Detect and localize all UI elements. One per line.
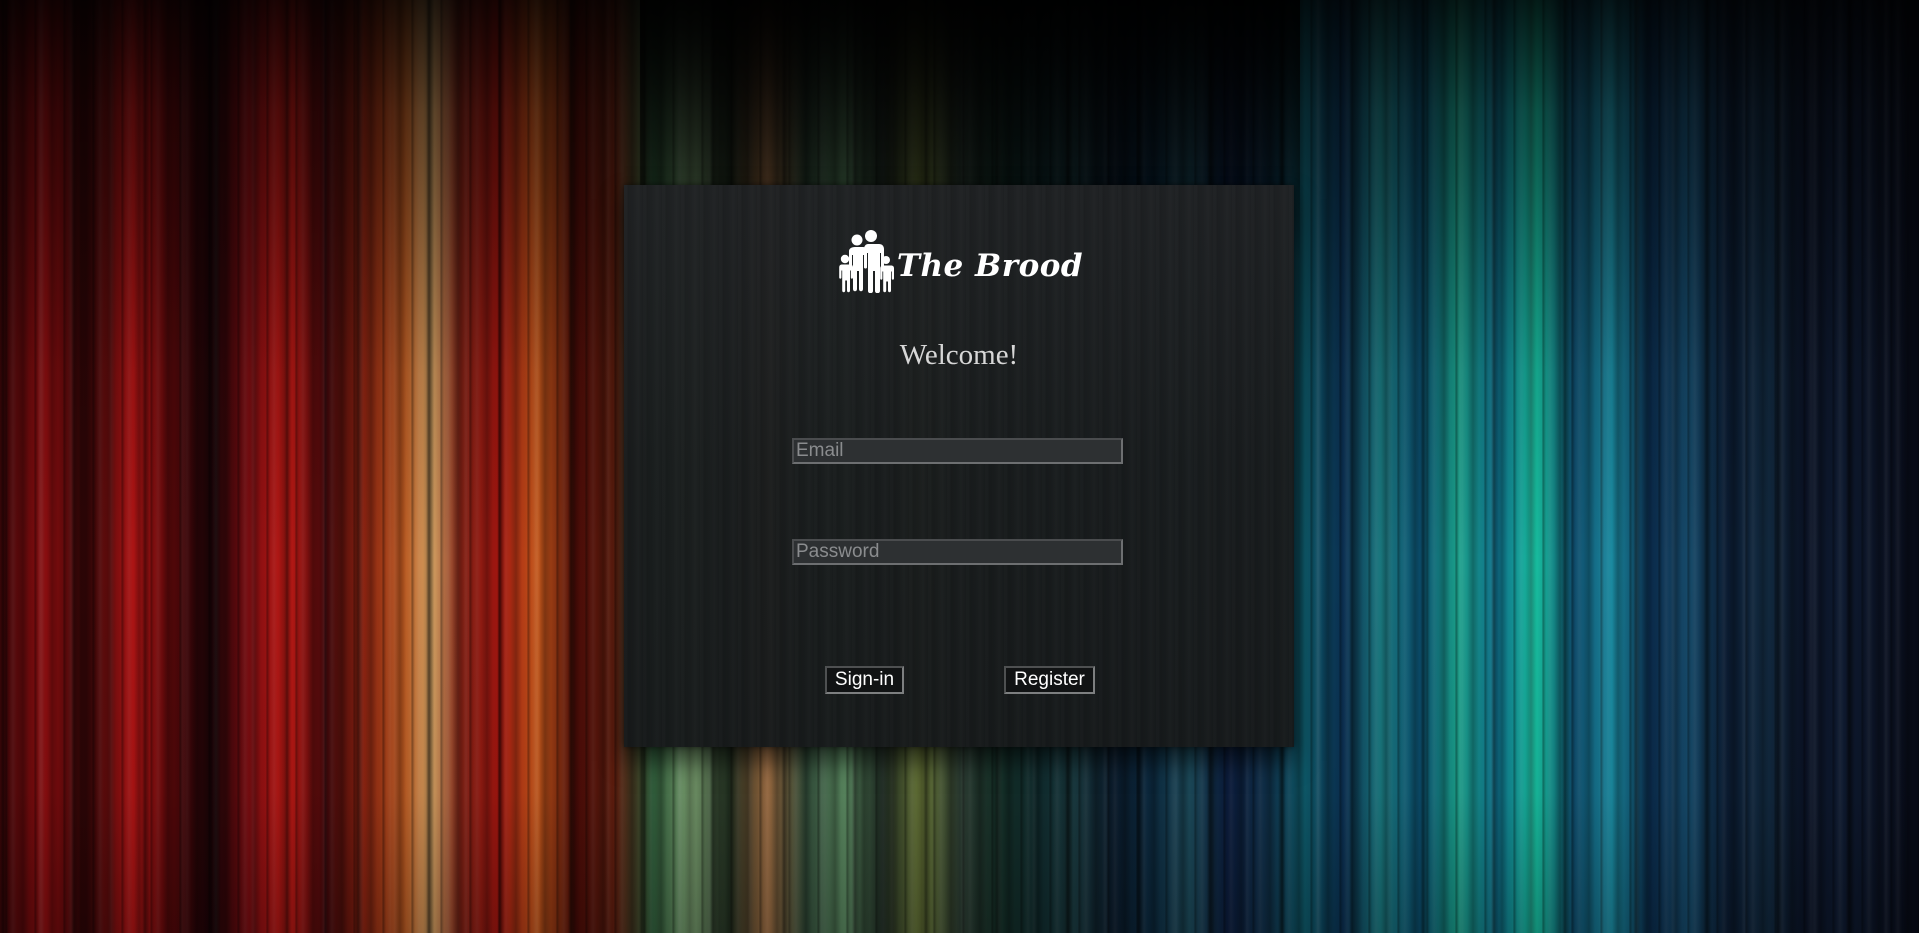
brand: The Brood xyxy=(624,229,1294,293)
welcome-heading: Welcome! xyxy=(899,339,1019,371)
password-field[interactable] xyxy=(792,539,1123,565)
email-field[interactable] xyxy=(792,438,1123,464)
sign-in-button[interactable]: Sign-in xyxy=(825,666,904,694)
login-card: The Brood Welcome! Sign-in Register xyxy=(624,185,1294,747)
register-button[interactable]: Register xyxy=(1004,666,1095,694)
brand-name: The Brood xyxy=(896,248,1084,284)
family-icon xyxy=(839,230,894,293)
